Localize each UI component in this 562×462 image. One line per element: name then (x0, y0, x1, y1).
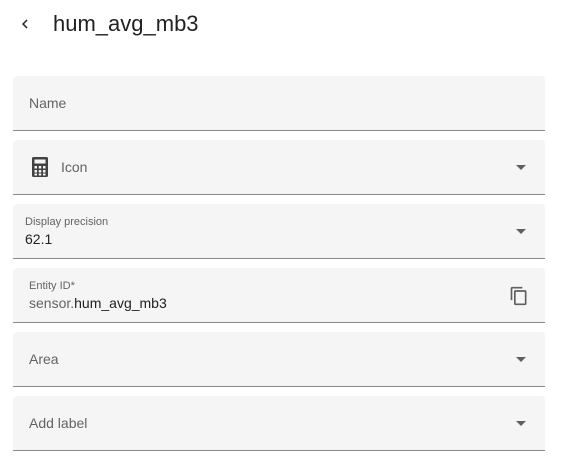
chevron-down-icon[interactable] (516, 421, 526, 426)
entity-id-field[interactable]: Entity ID* sensor.hum_avg_mb3 (13, 268, 545, 323)
entity-id-prefix: sensor. (29, 295, 75, 311)
add-label-picker[interactable]: Add label (13, 396, 545, 451)
calculator-icon (32, 157, 48, 177)
area-picker-label: Area (29, 351, 59, 367)
entity-settings-page: hum_avg_mb3 Name Icon Display precision … (0, 0, 562, 462)
display-precision-select[interactable]: Display precision 62.1 (13, 204, 545, 259)
icon-picker-label: Icon (61, 159, 88, 175)
chevron-down-icon[interactable] (516, 357, 526, 362)
add-label-picker-label: Add label (29, 415, 88, 431)
copy-icon[interactable] (509, 285, 529, 307)
entity-id-value: hum_avg_mb3 (74, 295, 167, 311)
name-field[interactable]: Name (13, 76, 545, 131)
chevron-down-icon[interactable] (516, 229, 526, 234)
chevron-left-icon (22, 19, 28, 29)
icon-picker[interactable]: Icon (13, 140, 545, 195)
back-button[interactable] (10, 9, 40, 39)
name-field-label: Name (29, 95, 67, 111)
display-precision-value: 62.1 (25, 231, 53, 247)
display-precision-label: Display precision (25, 216, 109, 228)
header: hum_avg_mb3 (0, 0, 562, 48)
entity-id-input[interactable]: sensor.hum_avg_mb3 (29, 295, 167, 311)
entity-id-label: Entity ID* (29, 280, 75, 292)
page-title: hum_avg_mb3 (53, 11, 199, 36)
area-picker[interactable]: Area (13, 332, 545, 387)
chevron-down-icon[interactable] (516, 165, 526, 170)
